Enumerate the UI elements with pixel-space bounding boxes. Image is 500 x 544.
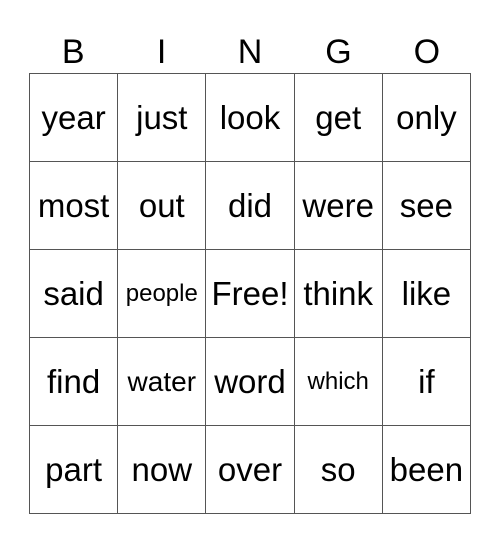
free-space-cell[interactable]: Free! bbox=[206, 250, 295, 338]
header-letter-n: N bbox=[237, 33, 263, 71]
bingo-cell[interactable]: now bbox=[118, 426, 207, 514]
bingo-cell[interactable]: which bbox=[294, 338, 383, 426]
bingo-cell[interactable]: find bbox=[30, 338, 119, 426]
bingo-cell[interactable]: see bbox=[382, 162, 471, 250]
bingo-cell[interactable]: so bbox=[294, 426, 383, 514]
header-letter-o: O bbox=[413, 33, 441, 71]
bingo-cell[interactable]: word bbox=[206, 338, 295, 426]
bingo-cell[interactable]: most bbox=[30, 162, 119, 250]
bingo-cell[interactable]: part bbox=[30, 426, 119, 514]
bingo-cell[interactable]: did bbox=[206, 162, 295, 250]
bingo-cell[interactable]: like bbox=[382, 250, 471, 338]
header-letter-g: G bbox=[325, 33, 352, 71]
bingo-cell[interactable]: were bbox=[294, 162, 383, 250]
bingo-cell[interactable]: only bbox=[382, 74, 471, 162]
bingo-cell[interactable]: get bbox=[294, 74, 383, 162]
bingo-cell[interactable]: people bbox=[118, 250, 207, 338]
bingo-header: B I N G O bbox=[29, 30, 471, 74]
bingo-cell[interactable]: been bbox=[382, 426, 471, 514]
bingo-cell[interactable]: think bbox=[294, 250, 383, 338]
bingo-card-grid: year just look get only most out did wer… bbox=[29, 73, 471, 514]
bingo-cell[interactable]: water bbox=[118, 338, 207, 426]
bingo-cell[interactable]: said bbox=[30, 250, 119, 338]
bingo-cell[interactable]: just bbox=[118, 74, 207, 162]
bingo-cell[interactable]: look bbox=[206, 74, 295, 162]
bingo-cell[interactable]: over bbox=[206, 426, 295, 514]
header-letter-i: I bbox=[156, 33, 167, 71]
bingo-cell[interactable]: out bbox=[118, 162, 207, 250]
bingo-cell[interactable]: year bbox=[30, 74, 119, 162]
bingo-cell[interactable]: if bbox=[382, 338, 471, 426]
header-letter-b: B bbox=[61, 33, 85, 71]
